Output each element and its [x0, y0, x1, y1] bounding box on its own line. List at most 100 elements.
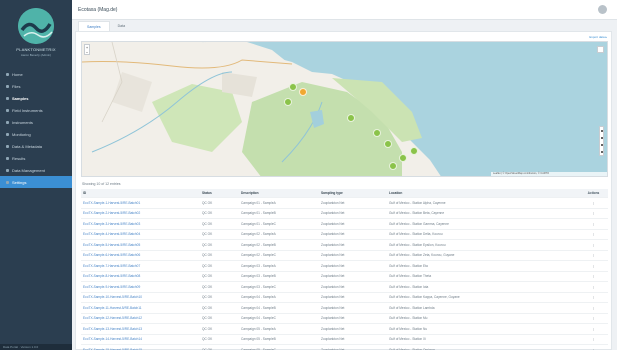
map-marker[interactable] — [388, 161, 397, 170]
sidebar-item-data-management[interactable]: Data Management — [0, 164, 72, 176]
row-actions-icon[interactable]: ⋮ — [581, 232, 606, 236]
table-cell: Gulf of Mexico - Station Lambda — [389, 305, 435, 310]
table-cell: QC OK — [202, 284, 213, 289]
map-marker[interactable] — [299, 88, 308, 97]
row-actions-icon[interactable]: ⋮ — [581, 274, 606, 278]
table-row[interactable]: EcoTX-Sample-6-Harvest-5/RE-Batch06 QC OK… — [81, 251, 608, 261]
row-actions-icon[interactable]: ⋮ — [581, 306, 606, 310]
table-cell: Gulf of Mexico - Station Zeta, Kourou, G… — [389, 253, 455, 258]
zoom-out-button[interactable]: − — [85, 50, 89, 55]
row-actions-icon[interactable]: ⋮ — [581, 222, 606, 226]
draw-tool-icon[interactable] — [600, 129, 603, 132]
sample-id-link[interactable]: EcoTX-Sample-4-Harvest-5/RE-Batch04 — [81, 232, 202, 236]
column-header[interactable]: Status — [202, 191, 241, 195]
table-row[interactable]: EcoTX-Sample-10-Harvest-5/RE-Batch10 QC O… — [81, 293, 608, 303]
layers-icon[interactable] — [597, 46, 604, 53]
row-actions-icon[interactable]: ⋮ — [581, 201, 606, 205]
sample-id-link[interactable]: EcoTX-Sample-11-Harvest-5/RE-Batch11 — [81, 306, 202, 310]
row-actions-icon[interactable]: ⋮ — [581, 253, 606, 257]
table-cell: QC OK — [202, 211, 213, 216]
delete-tool-icon[interactable] — [600, 143, 603, 146]
map-marker[interactable] — [410, 146, 418, 155]
table-row[interactable]: EcoTX-Sample-14-Harvest-5/RE-Batch14 QC O… — [81, 335, 608, 345]
map-marker[interactable] — [383, 140, 392, 148]
column-header[interactable]: Description — [241, 191, 321, 195]
sample-id-link[interactable]: EcoTX-Sample-8-Harvest-5/RE-Batch08 — [81, 274, 202, 278]
table-row[interactable]: EcoTX-Sample-15-Harvest-5/RE-Batch15 QC O… — [81, 345, 608, 350]
export-data-link[interactable]: Export data ▸ — [589, 35, 607, 39]
logo-area: PLANKTONMETRIX Aaron Beverly (Admin) — [0, 0, 72, 64]
sidebar-item-samples[interactable]: Samples — [0, 92, 72, 104]
sample-id-link[interactable]: EcoTX-Sample-7-Harvest-5/RE-Batch07 — [81, 264, 202, 268]
table-cell: Zooplankton Net — [321, 242, 345, 247]
table-cell: Gulf of Mexico - Station Epsilon, Kourou — [389, 242, 446, 247]
table-cell: QC OK — [202, 221, 213, 226]
tab-data[interactable]: Data — [110, 21, 133, 31]
sidebar-item-data-metadata[interactable]: Data & Metadata — [0, 140, 72, 152]
table-cell: Campaign 05 - SampleB — [241, 337, 276, 342]
table-row[interactable]: EcoTX-Sample-7-Harvest-5/RE-Batch07 QC OK… — [81, 261, 608, 272]
table-row[interactable]: EcoTX-Sample-12-Harvest-5/RE-Batch12 QC O… — [81, 314, 608, 324]
table-cell: Campaign 05 - SampleA — [241, 326, 276, 331]
app-logo[interactable] — [18, 7, 54, 44]
table-cell: Campaign 01 - SampleA — [241, 200, 276, 205]
sample-id-link[interactable]: EcoTX-Sample-3-Harvest-5/RE-Batch03 — [81, 222, 202, 226]
table-row[interactable]: EcoTX-Sample-11-Harvest-5/RE-Batch11 QC O… — [81, 303, 608, 314]
table-cell: Gulf of Mexico - Station Iota — [389, 284, 429, 289]
table-cell: Campaign 03 - SampleB — [241, 274, 276, 279]
table-cell: Campaign 02 - SampleC — [241, 253, 276, 258]
map-view[interactable]: + − Leaflet | © OpenStreetMap contributo… — [81, 41, 608, 177]
row-actions-icon[interactable]: ⋮ — [581, 285, 606, 289]
table-row[interactable]: EcoTX-Sample-8-Harvest-5/RE-Batch08 QC OK… — [81, 272, 608, 282]
sidebar-item-home[interactable]: Home — [0, 68, 72, 80]
table-cell: Gulf of Mexico - Station Gamma, Cayenne — [389, 221, 449, 226]
sidebar-item-settings[interactable]: Settings — [0, 176, 72, 188]
tab-samples[interactable]: Samples — [78, 21, 110, 31]
sample-id-link[interactable]: EcoTX-Sample-14-Harvest-5/RE-Batch14 — [81, 337, 202, 341]
sidebar-item-instruments[interactable]: Instruments — [0, 116, 72, 128]
sample-id-link[interactable]: EcoTX-Sample-5-Harvest-5/RE-Batch05 — [81, 243, 202, 247]
content-panel: Export data ▸ + − Leaflet | © OpenStreet… — [75, 31, 612, 350]
row-actions-icon[interactable]: ⋮ — [581, 211, 606, 215]
user-avatar[interactable] — [598, 5, 607, 14]
row-actions-icon[interactable]: ⋮ — [581, 243, 606, 247]
sidebar-item-field-instruments[interactable]: Field Instruments — [0, 104, 72, 116]
sidebar-item-results[interactable]: Results — [0, 152, 72, 164]
sample-id-link[interactable]: EcoTX-Sample-9-Harvest-5/RE-Batch09 — [81, 285, 202, 289]
table-row[interactable]: EcoTX-Sample-1-Harvest-5/RE-Batch01 QC OK… — [81, 198, 608, 209]
table-cell: Zooplankton Net — [321, 263, 345, 268]
table-row[interactable]: EcoTX-Sample-13-Harvest-5/RE-Batch13 QC O… — [81, 324, 608, 335]
column-header[interactable]: ID — [81, 191, 202, 195]
sidebar-item-label: Results — [12, 155, 26, 161]
table-row[interactable]: EcoTX-Sample-4-Harvest-5/RE-Batch04 QC OK… — [81, 230, 608, 240]
map-marker[interactable] — [346, 114, 355, 123]
sample-id-link[interactable]: EcoTX-Sample-6-Harvest-5/RE-Batch06 — [81, 253, 202, 257]
table-row[interactable]: EcoTX-Sample-3-Harvest-5/RE-Batch03 QC OK… — [81, 219, 608, 230]
table-cell: Zooplankton Net — [321, 337, 345, 342]
table-row[interactable]: EcoTX-Sample-5-Harvest-5/RE-Batch05 QC OK… — [81, 240, 608, 251]
row-actions-icon[interactable]: ⋮ — [581, 316, 606, 320]
user-name[interactable]: Aaron Beverly (Admin) — [21, 53, 51, 57]
row-actions-icon[interactable]: ⋮ — [581, 264, 606, 268]
locate-icon[interactable] — [600, 150, 603, 153]
map-marker[interactable] — [288, 82, 297, 91]
row-actions-icon[interactable]: ⋮ — [581, 327, 606, 331]
edit-tool-icon[interactable] — [600, 136, 603, 139]
map-marker[interactable] — [373, 129, 382, 138]
sample-id-link[interactable]: EcoTX-Sample-1-Harvest-5/RE-Batch01 — [81, 201, 202, 205]
sample-id-link[interactable]: EcoTX-Sample-12-Harvest-5/RE-Batch12 — [81, 316, 202, 320]
table-row[interactable]: EcoTX-Sample-9-Harvest-5/RE-Batch09 QC OK… — [81, 282, 608, 293]
table-cell: QC OK — [202, 305, 213, 310]
map-marker[interactable] — [283, 97, 292, 106]
sidebar-item-monitoring[interactable]: Monitoring — [0, 128, 72, 140]
row-actions-icon[interactable]: ⋮ — [581, 337, 606, 341]
column-header[interactable]: Location — [389, 191, 581, 195]
sample-id-link[interactable]: EcoTX-Sample-2-Harvest-5/RE-Batch02 — [81, 211, 202, 215]
sidebar-item-files[interactable]: Files — [0, 80, 72, 92]
column-header[interactable]: Sampling type — [321, 191, 389, 195]
table-row[interactable]: EcoTX-Sample-2-Harvest-5/RE-Batch02 QC OK… — [81, 209, 608, 219]
row-actions-icon[interactable]: ⋮ — [581, 295, 606, 299]
sample-id-link[interactable]: EcoTX-Sample-13-Harvest-5/RE-Batch13 — [81, 327, 202, 331]
map-marker[interactable] — [399, 153, 408, 162]
sample-id-link[interactable]: EcoTX-Sample-10-Harvest-5/RE-Batch10 — [81, 295, 202, 299]
